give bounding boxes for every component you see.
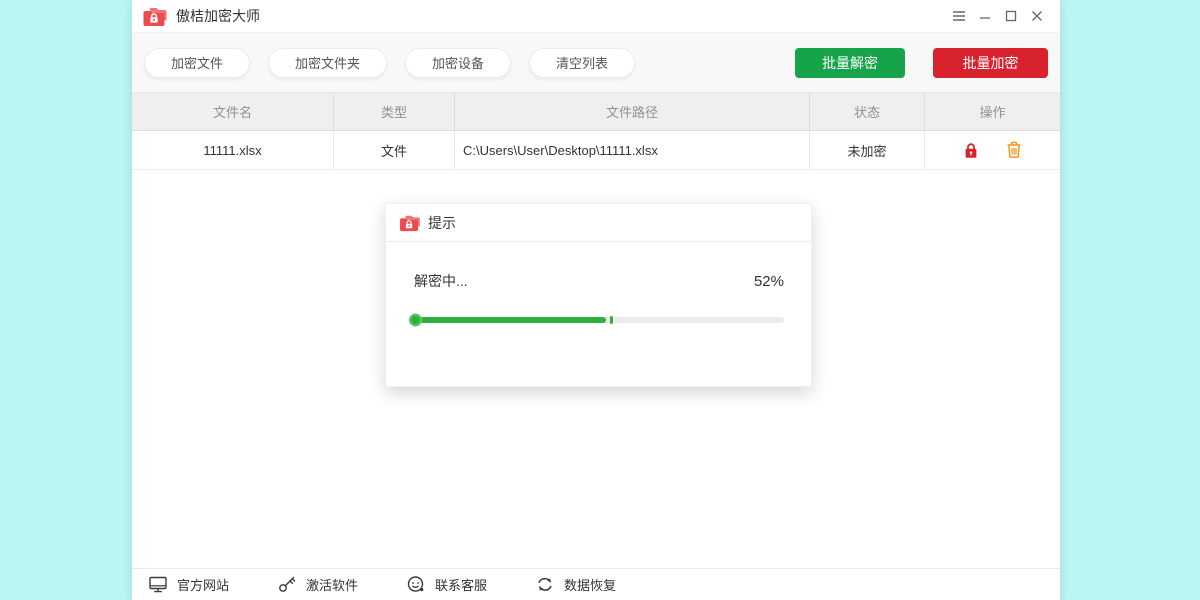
footer-item-contact-support[interactable]: 联系客服: [406, 575, 487, 594]
encrypt-device-button[interactable]: 加密设备: [405, 48, 511, 78]
toolbar: 加密文件 加密文件夹 加密设备 清空列表 批量解密 批量加密: [132, 33, 1060, 92]
lock-icon: [963, 142, 979, 159]
key-icon: [277, 575, 297, 594]
footer-item-activate-software[interactable]: 激活软件: [277, 575, 358, 594]
cell-status: 未加密: [810, 131, 925, 169]
window-title: 傲桔加密大师: [176, 6, 260, 26]
cell-path: C:\Users\User\Desktop\11111.xlsx: [455, 131, 810, 169]
dialog-title: 提示: [428, 213, 456, 233]
cell-filename: 11111.xlsx: [132, 131, 334, 169]
progress-dialog: 提示 解密中... 52%: [385, 203, 812, 387]
close-icon: [1031, 10, 1043, 22]
footer-label: 激活软件: [306, 575, 358, 594]
header-type: 类型: [334, 93, 455, 130]
headset-icon: [406, 575, 426, 594]
cell-operations: [925, 131, 1060, 169]
close-button[interactable]: [1024, 3, 1050, 29]
dialog-header: 提示: [386, 204, 811, 242]
header-path: 文件路径: [455, 93, 810, 130]
header-status: 状态: [810, 93, 925, 130]
monitor-icon: [148, 575, 168, 594]
encrypt-file-button[interactable]: 加密文件: [144, 48, 250, 78]
minimize-icon: [979, 10, 991, 22]
progress-dash: [610, 316, 613, 324]
encrypt-folder-button[interactable]: 加密文件夹: [268, 48, 387, 78]
minimize-button[interactable]: [972, 3, 998, 29]
refresh-icon: [535, 575, 555, 594]
trash-icon: [1006, 141, 1022, 159]
table-row[interactable]: 11111.xlsx 文件 C:\Users\User\Desktop\1111…: [132, 131, 1060, 170]
footer-item-data-recovery[interactable]: 数据恢复: [535, 575, 616, 594]
footer-label: 数据恢复: [564, 575, 616, 594]
dialog-message-row: 解密中... 52%: [414, 271, 784, 291]
desktop-background: { "window": { "title": "傲桔加密大师" }, "tool…: [0, 0, 1200, 600]
trash-icon-button[interactable]: [1006, 141, 1022, 159]
cell-type: 文件: [334, 131, 455, 169]
lock-icon-button[interactable]: [963, 142, 979, 159]
batch-decrypt-button[interactable]: 批量解密: [795, 48, 905, 78]
footer-label: 联系客服: [435, 575, 487, 594]
header-filename: 文件名: [132, 93, 334, 130]
progress-knob: [409, 314, 422, 327]
header-operation: 操作: [925, 93, 1060, 130]
footer-bar: 官方网站 激活软件 联系客服: [132, 568, 1060, 600]
progress-status-label: 解密中...: [414, 271, 468, 291]
dialog-folder-lock-icon: [399, 214, 420, 232]
progress-percent-label: 52%: [754, 273, 784, 290]
toolbar-right: 批量解密 批量加密: [795, 48, 1048, 78]
hamburger-menu-icon: [952, 10, 966, 22]
progress-fill: [414, 317, 606, 323]
title-bar: 傲桔加密大师: [132, 0, 1060, 33]
clear-list-button[interactable]: 清空列表: [529, 48, 635, 78]
footer-label: 官方网站: [177, 575, 229, 594]
table-header: 文件名 类型 文件路径 状态 操作: [132, 92, 1060, 131]
footer-item-official-website[interactable]: 官方网站: [148, 575, 229, 594]
batch-encrypt-button[interactable]: 批量加密: [933, 48, 1048, 78]
menu-button[interactable]: [946, 3, 972, 29]
progress-bar: [414, 317, 784, 323]
maximize-icon: [1005, 10, 1017, 22]
app-folder-lock-icon: [142, 6, 167, 27]
maximize-button[interactable]: [998, 3, 1024, 29]
app-window: 傲桔加密大师 加密文件 加密文件夹 加密设备 清空列表 批量解密 批量加密: [132, 0, 1060, 600]
